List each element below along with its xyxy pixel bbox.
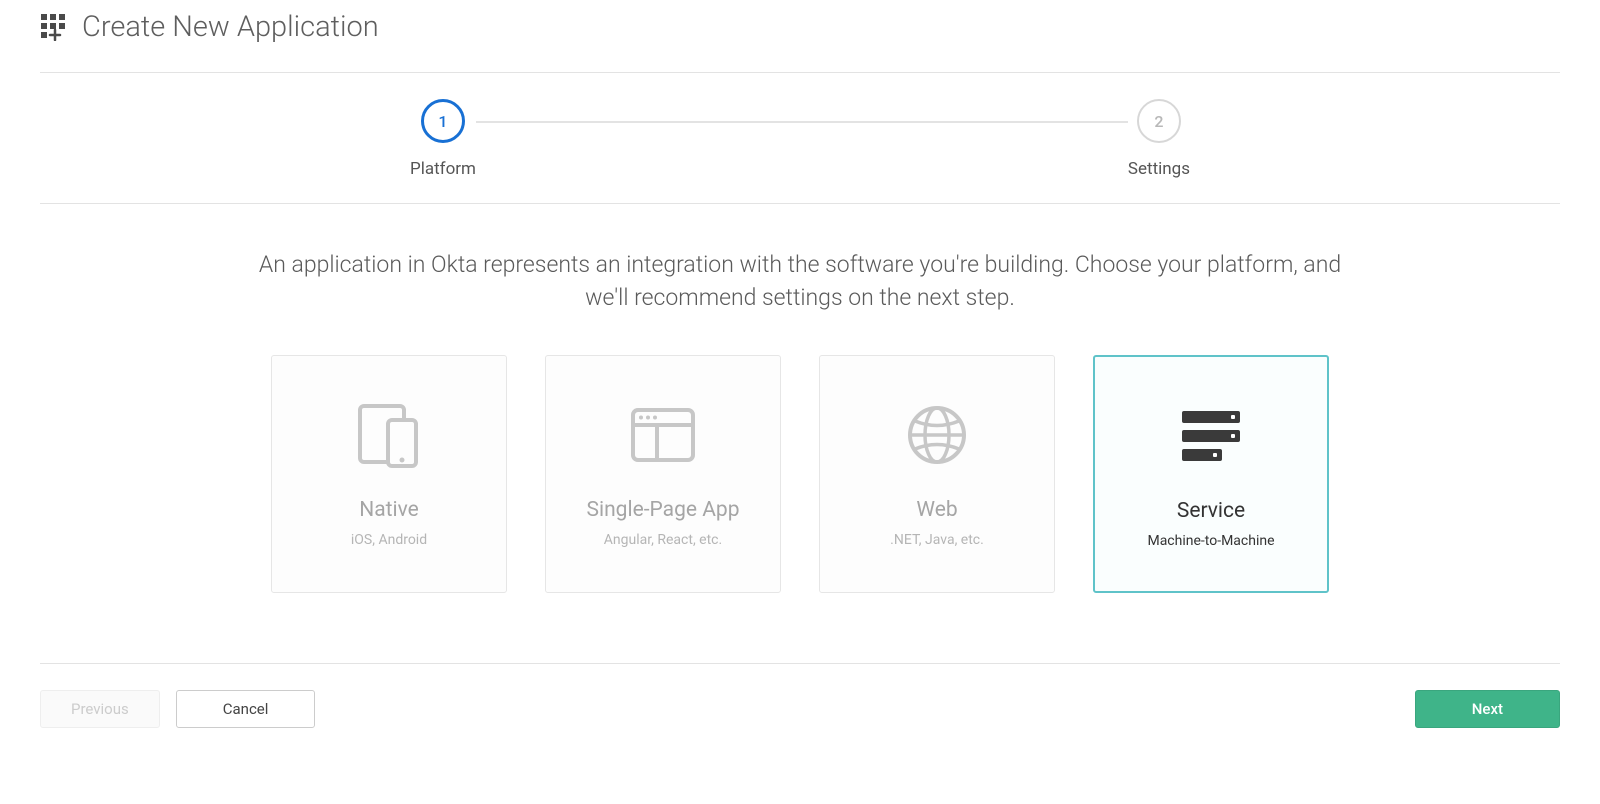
card-subtitle: iOS, Android xyxy=(351,532,427,548)
card-title: Native xyxy=(359,498,419,522)
platform-card-native[interactable]: Native iOS, Android xyxy=(271,355,507,593)
platform-card-spa[interactable]: Single-Page App Angular, React, etc. xyxy=(545,355,781,593)
page-title: Create New Application xyxy=(82,10,379,44)
platform-cards: Native iOS, Android Single-Page App Angu… xyxy=(40,355,1560,593)
globe-icon xyxy=(906,400,968,470)
step-platform[interactable]: 1 Platform xyxy=(410,99,476,179)
apps-grid-icon xyxy=(40,13,68,41)
step-settings[interactable]: 2 Settings xyxy=(1128,99,1190,179)
card-subtitle: .NET, Java, etc. xyxy=(890,532,984,548)
next-button[interactable]: Next xyxy=(1415,690,1560,728)
previous-button[interactable]: Previous xyxy=(40,690,160,728)
servers-icon xyxy=(1182,401,1240,471)
stepper-line xyxy=(470,121,1130,123)
card-subtitle: Machine-to-Machine xyxy=(1147,533,1274,549)
card-title: Web xyxy=(916,498,957,522)
step-circle: 1 xyxy=(421,99,465,143)
platform-card-web[interactable]: Web .NET, Java, etc. xyxy=(819,355,1055,593)
card-subtitle: Angular, React, etc. xyxy=(604,532,722,548)
browser-icon xyxy=(630,400,696,470)
intro-text: An application in Okta represents an int… xyxy=(250,248,1350,315)
cancel-button[interactable]: Cancel xyxy=(176,690,316,728)
card-title: Single-Page App xyxy=(587,498,740,522)
step-label: Settings xyxy=(1128,159,1190,179)
mobile-tablet-icon xyxy=(350,400,428,470)
wizard-footer: Previous Cancel Next xyxy=(40,663,1560,728)
card-title: Service xyxy=(1177,499,1245,523)
page-header: Create New Application xyxy=(40,10,1560,73)
stepper: 1 Platform 2 Settings xyxy=(40,73,1560,204)
step-circle: 2 xyxy=(1137,99,1181,143)
step-label: Platform xyxy=(410,159,476,179)
platform-card-service[interactable]: Service Machine-to-Machine xyxy=(1093,355,1329,593)
